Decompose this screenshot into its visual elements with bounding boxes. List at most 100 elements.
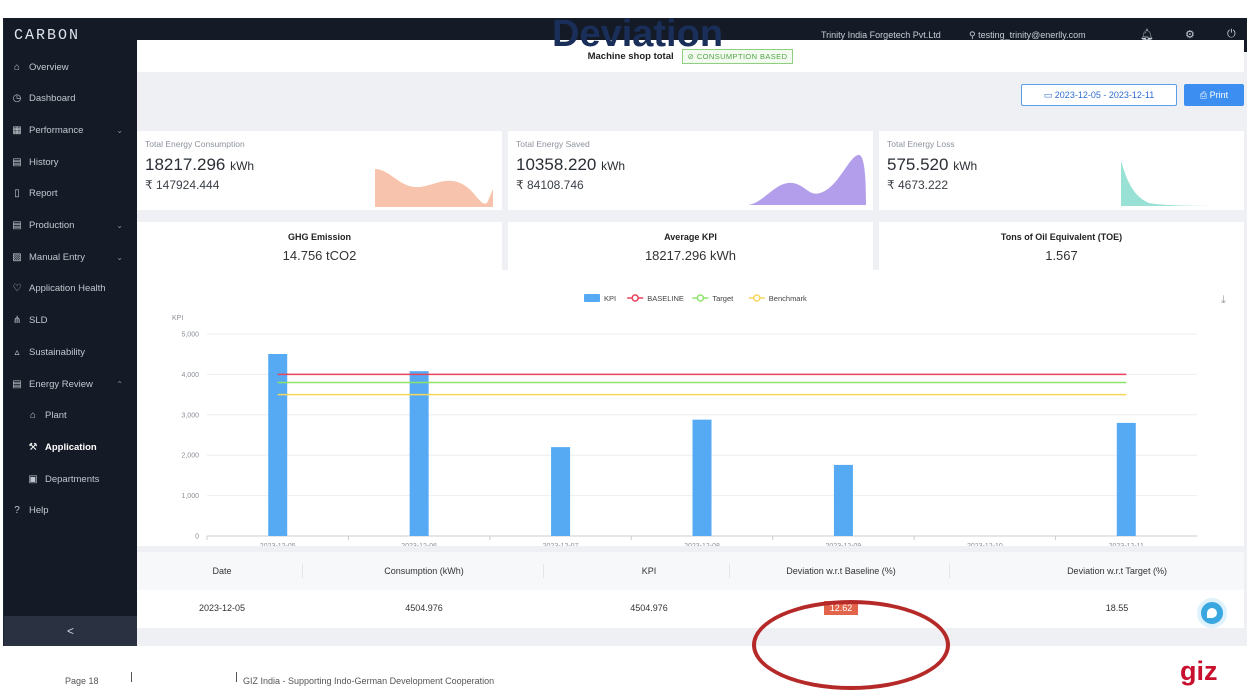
y-tick-label: 1,000 (181, 493, 199, 500)
x-tick-label: 2023-12-05 (260, 543, 296, 546)
sidebar-item-manual-entry[interactable]: ▨ Manual Entry ⌄ (4, 245, 137, 269)
legend-swatch (584, 294, 600, 302)
stat-value: 18217.296 kWh (145, 155, 255, 174)
sidebar-item-label: Dashboard (29, 93, 76, 105)
sidebar-item-dashboard[interactable]: ◷ Dashboard (4, 87, 137, 111)
column-divider (302, 564, 303, 578)
sidebar-item-label: SLD (29, 315, 48, 327)
giz-logo: giz (1180, 656, 1218, 686)
sidebar-item-label: Departments (45, 473, 100, 485)
legend-label: BASELINE (647, 294, 684, 303)
table-cell: 4504.976 (539, 603, 759, 613)
kpi-chart-card: 0 1,000 2,000 3,000 4,000 5,000 KPI 2023-12-05 2… (137, 270, 1244, 546)
y-tick-label: 2,000 (181, 453, 199, 460)
stat-card-saved: Total Energy Saved 10358.220 kWh ₹ 84108… (508, 131, 873, 210)
sidebar-item-label: Help (29, 505, 49, 517)
stat-cost: ₹ 4673.222 (887, 178, 949, 192)
stat-card-loss: Total Energy Loss 575.520 kWh ₹ 4673.222 (879, 131, 1244, 210)
legend-label: Target (712, 294, 734, 303)
x-tick-label: 2023-12-09 (826, 543, 862, 546)
highlight-circle (752, 600, 950, 690)
x-tick-label: 2023-12-08 (684, 543, 720, 546)
footer-divider (131, 672, 132, 682)
print-button[interactable]: ⎙ Print (1184, 84, 1244, 106)
home-icon: ⌂ (13, 61, 21, 73)
column-divider (949, 564, 950, 578)
energy-review-icon: ▤ (12, 378, 22, 390)
card-value: 18217.296 kWh (644, 248, 737, 263)
download-icon[interactable]: ⤓ (1221, 294, 1226, 307)
kpi-bar (551, 447, 571, 536)
ghg-emission-card: GHG Emission 14.756 tCO2 (137, 222, 502, 275)
stat-card-consumption: Total Energy Consumption 18217.296 kWh ₹… (137, 131, 502, 210)
saved-sparkline (748, 154, 866, 205)
stat-value: 575.520 kWh (887, 155, 978, 174)
x-tick-label: 2023-12-10 (967, 543, 1003, 546)
sustainability-icon: ▵ (14, 346, 20, 358)
kpi-bar (268, 353, 288, 536)
user-email: testing_trinity@enerlly.com (978, 30, 1086, 40)
cell-text: 2023-12-05 (198, 603, 246, 613)
sidebar-item-label: History (29, 156, 59, 168)
sidebar-item-label: Application Health (29, 283, 106, 295)
sidebar-item-plant[interactable]: ⌂ Plant (4, 404, 137, 428)
stat-label: Total Energy Saved (516, 139, 590, 149)
y-tick-label: 0 (195, 534, 199, 541)
card-title: GHG Emission (287, 232, 351, 242)
column-header[interactable]: KPI (539, 566, 759, 576)
column-header[interactable]: Deviation w.r.t Target (%) (1007, 566, 1227, 576)
sidebar-item-overview[interactable]: ⌂ Overview (4, 55, 137, 79)
sidebar-item-history[interactable]: ▤ History (4, 150, 137, 174)
legend-marker (753, 294, 761, 302)
column-divider (543, 564, 544, 578)
sidebar-item-report[interactable]: ▯ Report (4, 182, 137, 206)
print-label: Print (1209, 90, 1229, 100)
x-tick-label: 2023-12-06 (401, 543, 437, 546)
column-header[interactable]: Deviation w.r.t Baseline (%) (731, 566, 951, 576)
sidebar-item-energy-review[interactable]: ▤ Energy Review ⌃ (4, 372, 137, 396)
sidebar-item-help[interactable]: ? Help (4, 499, 137, 523)
average-kpi-card: Average KPI 18217.296 kWh (508, 222, 873, 275)
chevron-up-icon: ⌃ (116, 379, 123, 389)
sidebar-item-production[interactable]: ▤ Production ⌄ (4, 214, 137, 238)
report-icon: ▯ (14, 188, 20, 200)
footer-source: GIZ India - Supporting Indo-German Devel… (243, 676, 495, 686)
loss-sparkline (1121, 161, 1244, 206)
help-icon: ? (14, 505, 20, 517)
legend-marker (696, 294, 705, 302)
kpi-bar (692, 419, 712, 536)
sidebar-item-label: Manual Entry (29, 251, 85, 263)
table-cell: 18.55 (1007, 603, 1227, 613)
y-axis-label: KPI (172, 315, 183, 322)
chat-button[interactable] (1197, 598, 1227, 628)
sidebar-item-application-health[interactable]: ♡ Application Health (4, 277, 137, 301)
sidebar-item-sustainability[interactable]: ▵ Sustainability (4, 340, 137, 364)
sidebar-item-label: Energy Review (29, 378, 93, 390)
chevron-down-icon: ⌄ (116, 252, 123, 262)
date-range-picker[interactable]: ▭ 2023-12-05 - 2023-12-11 (1021, 84, 1177, 106)
column-header[interactable]: Date (112, 566, 332, 576)
wrench-icon: ⚒ (28, 441, 38, 453)
consumption-sparkline (375, 169, 493, 207)
date-range-value: 2023-12-05 - 2023-12-11 (1054, 90, 1155, 100)
company-name[interactable]: Trinity India Forgetech Pvt.Ltd (821, 30, 941, 40)
sidebar-item-label: Report (29, 188, 58, 200)
sidebar-collapse-button[interactable]: < (4, 616, 137, 646)
kpi-bar (409, 371, 429, 536)
departments-icon: ▣ (28, 473, 38, 485)
sidebar-item-performance[interactable]: ▦ Performance ⌄ (4, 118, 137, 142)
page-number: Page 18 (65, 676, 99, 686)
sidebar-item-label: Overview (29, 61, 69, 73)
production-icon: ▤ (12, 220, 22, 231)
chevron-down-icon: ⌄ (116, 125, 123, 135)
cell-text: 4504.976 (630, 603, 668, 613)
card-title: Average KPI (664, 232, 717, 242)
sidebar-item-sld[interactable]: ⋔ SLD (4, 309, 137, 333)
sidebar-item-departments[interactable]: ▣ Departments (4, 467, 137, 491)
toe-card: Tons of Oil Equivalent (TOE) 1.567 (879, 222, 1244, 275)
app-logo: CARBON (14, 26, 81, 44)
sidebar-item-application[interactable]: ⚒ Application (4, 435, 137, 459)
history-icon: ▤ (12, 156, 22, 168)
legend-label: Benchmark (769, 294, 807, 303)
column-header[interactable]: Consumption (kWh) (314, 566, 534, 576)
